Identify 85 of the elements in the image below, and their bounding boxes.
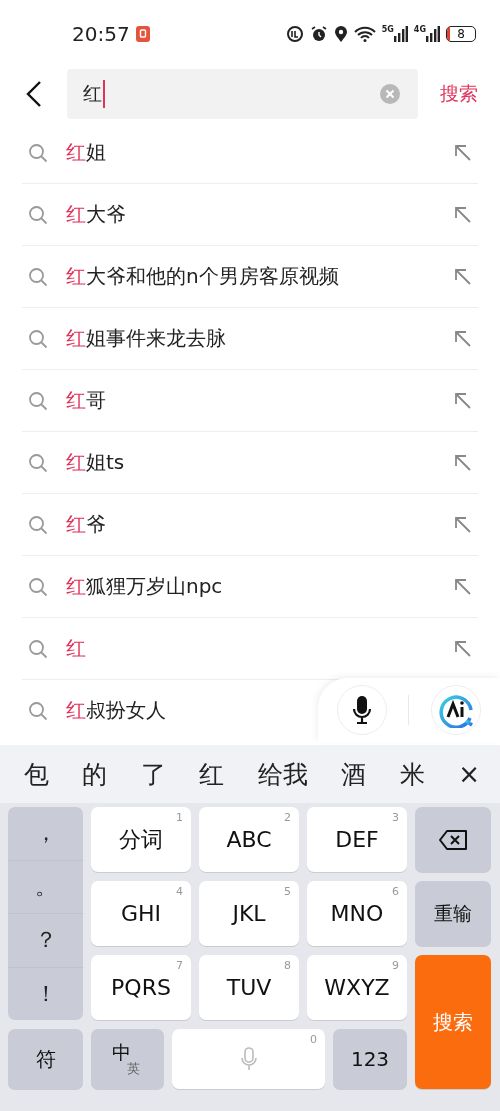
ai-button[interactable]: [431, 685, 482, 735]
data-saver-icon: [285, 25, 304, 43]
location-icon: [333, 25, 348, 43]
search-icon: [28, 452, 48, 473]
clear-icon[interactable]: [380, 84, 400, 104]
arrow-icon[interactable]: [454, 515, 472, 534]
suggestion-text: 红姐: [66, 139, 106, 166]
letter-key[interactable]: TUV 8: [199, 955, 299, 1020]
status-time: 20:57: [72, 22, 130, 46]
letter-key[interactable]: GHI 4: [91, 881, 191, 946]
suggestion-text: 红姐事件来龙去脉: [66, 325, 226, 352]
candidate-word[interactable]: 的: [82, 757, 108, 791]
candidate-word[interactable]: 包: [24, 757, 49, 791]
suggestion-item[interactable]: 红大爷: [22, 184, 478, 246]
language-switch-key[interactable]: 中 英: [91, 1029, 164, 1089]
microphone-icon: [240, 1047, 257, 1071]
search-icon: [28, 390, 48, 411]
arrow-icon[interactable]: [454, 329, 472, 348]
search-icon: [28, 576, 48, 597]
letter-key[interactable]: JKL 5: [199, 881, 299, 946]
letter-key[interactable]: ABC 2: [199, 807, 299, 872]
search-field[interactable]: 红: [67, 69, 418, 119]
suggestion-item[interactable]: 红姐事件来龙去脉: [22, 308, 478, 370]
letter-key[interactable]: MNO 6: [307, 881, 407, 946]
close-candidates-button[interactable]: ×: [458, 759, 480, 789]
network-label: 5G: [381, 26, 394, 34]
suggestion-item[interactable]: 红叔扮女人: [22, 680, 310, 741]
suggestion-text: 红大爷和他的n个男房客原视频: [66, 263, 339, 290]
search-icon: [28, 142, 48, 163]
suggestion-item[interactable]: 红哥: [22, 370, 478, 432]
search-icon: [28, 204, 48, 225]
punctuation-key[interactable]: ！: [8, 967, 83, 1020]
suggestion-item[interactable]: 红大爷和他的n个男房客原视频: [22, 246, 478, 308]
delete-key[interactable]: [415, 807, 491, 872]
suggestion-text: 红叔扮女人: [66, 697, 166, 724]
punctuation-key[interactable]: ，: [8, 807, 83, 861]
suggestion-item[interactable]: 红爷: [22, 494, 478, 556]
signal-icon: [393, 26, 408, 42]
voice-button[interactable]: [336, 685, 387, 735]
signal-icon: [426, 26, 440, 42]
suggestion-item[interactable]: 红姐ts: [22, 432, 478, 494]
suggestion-text: 红哥: [66, 387, 106, 414]
arrow-icon[interactable]: [454, 577, 472, 596]
search-icon: [28, 638, 48, 659]
search-button[interactable]: 搜索: [440, 81, 478, 107]
arrow-icon[interactable]: [454, 639, 472, 658]
suggestion-item[interactable]: 红狐狸万岁山npc: [22, 556, 478, 618]
candidate-word[interactable]: 了: [140, 757, 166, 791]
back-icon[interactable]: [26, 80, 42, 108]
ai-logo-icon: [438, 692, 475, 728]
candidate-word[interactable]: 给我: [257, 757, 308, 791]
suggestion-item[interactable]: 红姐: [22, 122, 478, 184]
numbers-key[interactable]: 123: [333, 1029, 407, 1089]
arrow-icon[interactable]: [454, 205, 472, 224]
suggestion-text: 红姐ts: [66, 449, 125, 476]
candidate-word[interactable]: 米: [399, 757, 425, 791]
reset-key[interactable]: 重输: [415, 881, 491, 946]
wifi-icon: [353, 26, 376, 42]
arrow-icon[interactable]: [454, 143, 472, 162]
letter-key[interactable]: WXYZ 9: [307, 955, 407, 1020]
search-icon: [28, 266, 48, 287]
backspace-icon: [438, 828, 468, 851]
notification-icon: [135, 26, 150, 42]
suggestion-text: 红: [66, 635, 86, 662]
microphone-icon: [351, 695, 372, 725]
battery-indicator: 8: [446, 26, 476, 42]
arrow-icon[interactable]: [454, 391, 472, 410]
suggestion-text: 红爷: [66, 511, 106, 538]
search-icon: [28, 700, 48, 721]
search-icon: [28, 328, 48, 349]
symbols-key[interactable]: 符: [8, 1029, 83, 1089]
candidate-word[interactable]: 红: [199, 757, 225, 791]
candidate-word[interactable]: 酒: [341, 757, 367, 791]
arrow-icon[interactable]: [454, 453, 472, 472]
suggestion-text: 红大爷: [66, 201, 126, 228]
suggestion-text: 红狐狸万岁山npc: [66, 573, 223, 600]
letter-key[interactable]: 分词 1: [91, 807, 191, 872]
punctuation-key[interactable]: 。: [8, 860, 83, 914]
punctuation-key[interactable]: ？: [8, 914, 83, 968]
letter-key[interactable]: PQRS 7: [91, 955, 191, 1020]
letter-key[interactable]: DEF 3: [307, 807, 407, 872]
search-icon: [28, 514, 48, 535]
arrow-icon[interactable]: [454, 267, 472, 286]
alarm-icon: [309, 25, 328, 43]
network-label: 4G: [413, 26, 426, 34]
